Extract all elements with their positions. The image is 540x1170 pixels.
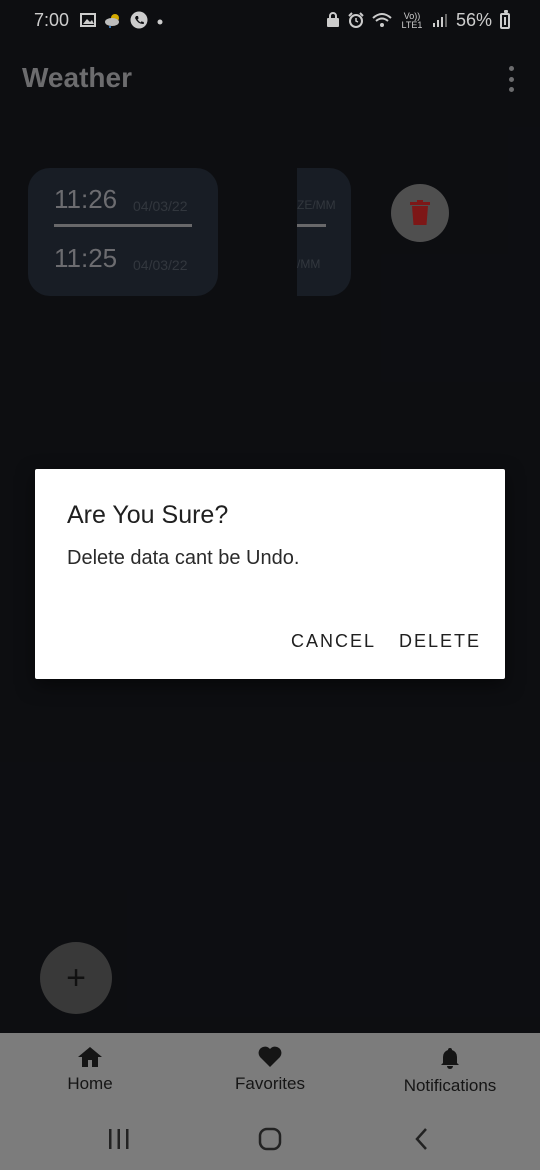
dialog-message: Delete data cant be Undo.: [67, 547, 300, 569]
home-icon: [78, 1047, 102, 1067]
home-circle-icon: [258, 1127, 282, 1151]
bottom-navigation: Home Favorites Notifications: [0, 1033, 540, 1108]
nav-label: Home: [67, 1074, 113, 1093]
nav-item-notifications[interactable]: Notifications: [360, 1033, 540, 1108]
add-button[interactable]: +: [40, 942, 112, 1014]
plus-icon: +: [66, 958, 86, 997]
app-screen: 7:00 Vo)) LTE1 56% Weather 11:26 04/03/2…: [0, 0, 540, 1170]
delete-confirm-button[interactable]: DELETE: [399, 631, 481, 652]
back-button[interactable]: [401, 1124, 441, 1154]
home-system-button[interactable]: [250, 1124, 290, 1154]
nav-item-favorites[interactable]: Favorites: [180, 1033, 360, 1108]
confirm-dialog: Are You Sure? Delete data cant be Undo. …: [35, 469, 505, 679]
cancel-button[interactable]: CANCEL: [291, 631, 376, 652]
recents-button[interactable]: [99, 1124, 139, 1154]
recents-icon: [109, 1129, 129, 1149]
bell-icon: [441, 1048, 459, 1069]
system-navigation-bar: [0, 1108, 540, 1170]
nav-label: Favorites: [235, 1074, 305, 1093]
nav-item-home[interactable]: Home: [0, 1033, 180, 1108]
nav-label: Notifications: [403, 1076, 497, 1095]
back-icon: [415, 1128, 427, 1150]
heart-icon: [258, 1046, 282, 1067]
dialog-title: Are You Sure?: [67, 501, 229, 529]
